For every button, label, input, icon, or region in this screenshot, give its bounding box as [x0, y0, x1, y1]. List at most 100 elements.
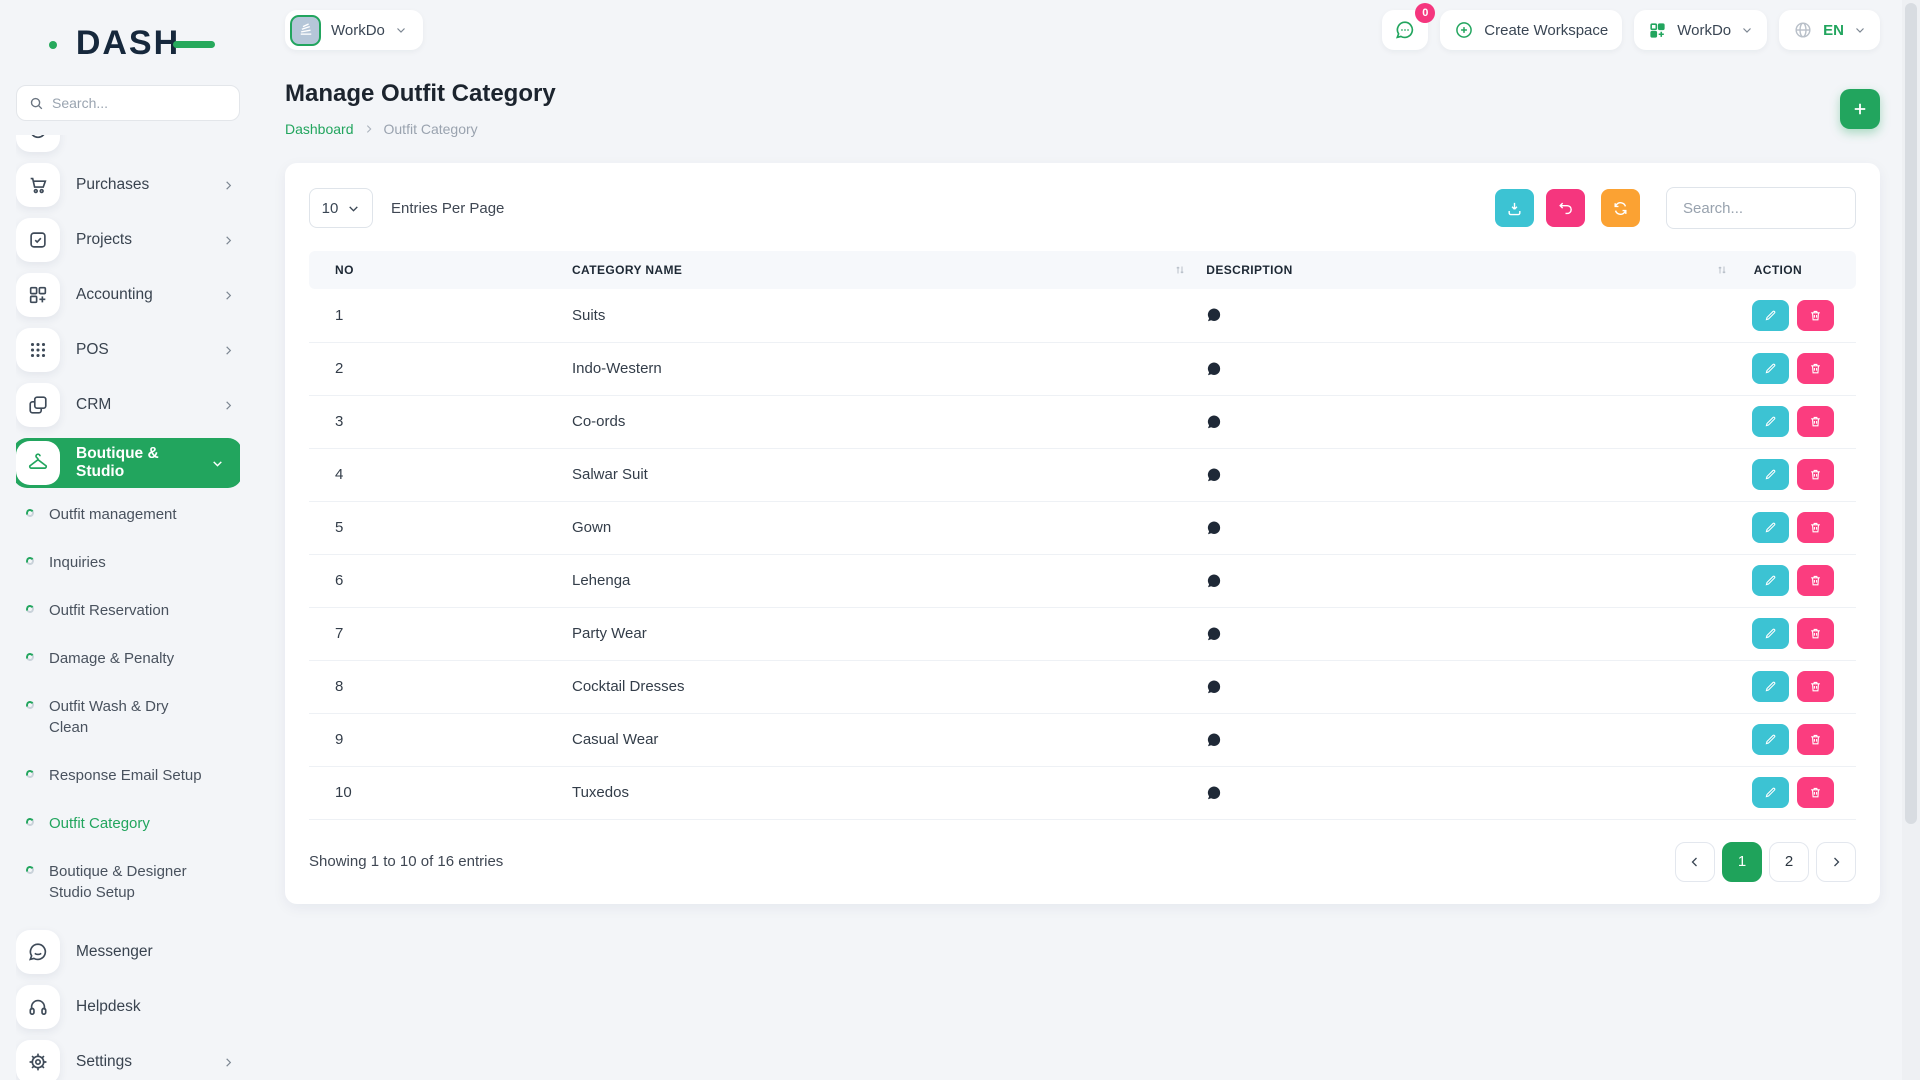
partial-icon	[16, 135, 60, 152]
delete-button[interactable]	[1797, 353, 1834, 384]
hanger-icon	[16, 441, 60, 485]
edit-button[interactable]	[1752, 406, 1789, 437]
page-scrollbar[interactable]	[1902, 0, 1920, 1080]
chat-button[interactable]: 0	[1382, 10, 1428, 50]
sidebar-item-purchases[interactable]: Purchases	[16, 163, 240, 207]
row-number: 6	[309, 554, 572, 607]
table-row: 6 Lehenga	[309, 554, 1856, 607]
pagination-prev-button[interactable]	[1675, 842, 1715, 882]
plus-circle-icon	[1454, 20, 1474, 40]
description-cell	[1206, 607, 1747, 660]
delete-button[interactable]	[1797, 777, 1834, 808]
edit-button[interactable]	[1752, 353, 1789, 384]
pagination-next-button[interactable]	[1816, 842, 1856, 882]
submenu-label: Damage & Penalty	[49, 648, 174, 669]
scrollbar-thumb[interactable]	[1905, 3, 1917, 824]
description-bubble-icon[interactable]	[1206, 785, 1747, 801]
edit-button[interactable]	[1752, 777, 1789, 808]
breadcrumb: Dashboard Outfit Category	[285, 121, 556, 137]
search-input[interactable]	[52, 95, 227, 111]
description-bubble-icon[interactable]	[1206, 467, 1747, 483]
edit-button[interactable]	[1752, 671, 1789, 702]
submenu-item-outfit-category[interactable]: Outfit Category	[26, 813, 240, 834]
sidebar-item-partial[interactable]	[16, 135, 240, 152]
sidebar-item-crm[interactable]: CRM	[16, 383, 240, 427]
sidebar-item-label: Accounting	[76, 286, 153, 304]
delete-button[interactable]	[1797, 459, 1834, 490]
sort-icon[interactable]	[1716, 264, 1728, 276]
edit-button[interactable]	[1752, 512, 1789, 543]
description-bubble-icon[interactable]	[1206, 626, 1747, 642]
entries-per-page-select[interactable]: 10	[309, 188, 373, 228]
chat-badge: 0	[1415, 3, 1435, 23]
sidebar-item-pos[interactable]: POS	[16, 328, 240, 372]
create-workspace-button[interactable]: Create Workspace	[1440, 10, 1622, 50]
submenu-item-inquiries[interactable]: Inquiries	[26, 552, 240, 573]
brand-logo[interactable]: DASH	[53, 24, 203, 63]
delete-button[interactable]	[1797, 300, 1834, 331]
description-cell	[1206, 660, 1747, 713]
sidebar-search[interactable]	[16, 85, 240, 121]
workdo-menu-button[interactable]: WorkDo	[1634, 10, 1767, 50]
pencil-icon	[1764, 468, 1777, 481]
description-cell	[1206, 766, 1747, 819]
delete-button[interactable]	[1797, 618, 1834, 649]
pagination-page-1[interactable]: 1	[1722, 842, 1762, 882]
table-search-input[interactable]	[1666, 187, 1856, 229]
sidebar-item-messenger[interactable]: Messenger	[16, 930, 240, 974]
sidebar-item-boutique-studio[interactable]: Boutique & Studio	[16, 438, 240, 488]
refresh-button[interactable]	[1601, 189, 1640, 227]
edit-button[interactable]	[1752, 565, 1789, 596]
chevron-right-icon	[223, 345, 234, 356]
sidebar-item-settings[interactable]: Settings	[16, 1040, 240, 1080]
column-header-category-name[interactable]: CATEGORY NAME	[572, 251, 1206, 289]
column-header-description[interactable]: DESCRIPTION	[1206, 251, 1747, 289]
chevron-right-icon	[223, 235, 234, 246]
submenu-item-outfit-management[interactable]: Outfit management	[26, 504, 240, 525]
trash-icon	[1809, 415, 1822, 428]
language-selector[interactable]: EN	[1779, 10, 1880, 50]
breadcrumb-dashboard-link[interactable]: Dashboard	[285, 121, 354, 137]
bullet-icon	[25, 508, 35, 518]
submenu-item-boutique-designer-studio-setup[interactable]: Boutique & Designer Studio Setup	[26, 861, 240, 903]
delete-button[interactable]	[1797, 724, 1834, 755]
delete-button[interactable]	[1797, 512, 1834, 543]
description-bubble-icon[interactable]	[1206, 573, 1747, 589]
delete-button[interactable]	[1797, 565, 1834, 596]
sidebar-item-label: Settings	[76, 1053, 132, 1071]
description-bubble-icon[interactable]	[1206, 361, 1747, 377]
row-number: 10	[309, 766, 572, 819]
workspace-switcher[interactable]: WorkDo	[285, 10, 423, 50]
bullet-icon	[25, 556, 35, 566]
table-row: 1 Suits	[309, 289, 1856, 342]
edit-button[interactable]	[1752, 459, 1789, 490]
reset-button[interactable]	[1546, 189, 1585, 227]
description-bubble-icon[interactable]	[1206, 732, 1747, 748]
sidebar-item-accounting[interactable]: Accounting	[16, 273, 240, 317]
edit-button[interactable]	[1752, 300, 1789, 331]
submenu-item-outfit-reservation[interactable]: Outfit Reservation	[26, 600, 240, 621]
sidebar-item-projects[interactable]: Projects	[16, 218, 240, 262]
refresh-icon	[1612, 200, 1629, 217]
description-bubble-icon[interactable]	[1206, 307, 1747, 323]
export-button[interactable]	[1495, 189, 1534, 227]
sidebar-item-helpdesk[interactable]: Helpdesk	[16, 985, 240, 1029]
description-bubble-icon[interactable]	[1206, 679, 1747, 695]
delete-button[interactable]	[1797, 671, 1834, 702]
submenu-item-damage-penalty[interactable]: Damage & Penalty	[26, 648, 240, 669]
edit-button[interactable]	[1752, 724, 1789, 755]
column-header-no[interactable]: NO	[309, 251, 572, 289]
sidebar-item-label: Purchases	[76, 176, 149, 194]
page-header: Manage Outfit Category Dashboard Outfit …	[285, 80, 1880, 137]
pagination-page-2[interactable]: 2	[1769, 842, 1809, 882]
sort-icon[interactable]	[1174, 264, 1186, 276]
add-category-button[interactable]	[1840, 89, 1880, 129]
description-bubble-icon[interactable]	[1206, 520, 1747, 536]
submenu-item-outfit-wash-dry-clean[interactable]: Outfit Wash & Dry Clean	[26, 696, 240, 738]
description-cell	[1206, 713, 1747, 766]
submenu-item-response-email-setup[interactable]: Response Email Setup	[26, 765, 240, 786]
check-square-icon	[16, 218, 60, 262]
delete-button[interactable]	[1797, 406, 1834, 437]
edit-button[interactable]	[1752, 618, 1789, 649]
description-bubble-icon[interactable]	[1206, 414, 1747, 430]
